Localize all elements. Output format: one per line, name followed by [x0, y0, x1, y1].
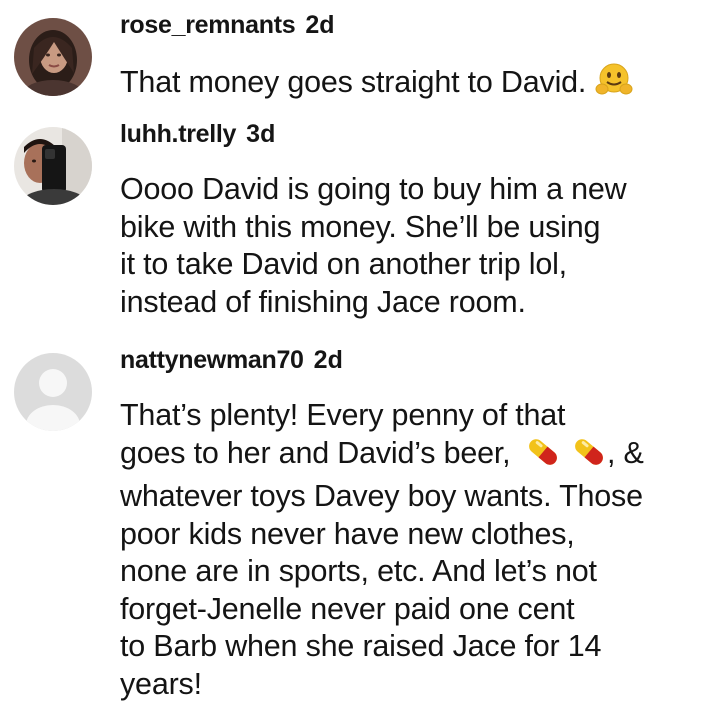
username[interactable]: rose_remnants: [120, 11, 296, 39]
comment-meta: luhh.trelly 3d: [120, 119, 275, 149]
comment-line: That’s plenty! Every penny of that: [120, 398, 566, 432]
avatar[interactable]: [14, 18, 92, 96]
comment-text: That money goes straight to David.: [120, 62, 710, 108]
comment-line-suffix: , &: [606, 435, 644, 470]
comment-line: That money goes straight to David.: [120, 62, 710, 108]
pill-emoji-icon: [571, 435, 607, 479]
timestamp: 3d: [246, 120, 276, 148]
avatar[interactable]: [14, 353, 92, 431]
comment-line: instead of finishing Jace room.: [120, 284, 526, 319]
username[interactable]: nattynewman70: [120, 346, 304, 374]
comment-line: none are in sports, etc. And let’s not: [120, 554, 597, 588]
comment-meta: rose_remnants 2d: [120, 10, 335, 40]
pill-emoji-icon: [525, 435, 561, 479]
comment-meta: nattynewman70 2d: [120, 345, 343, 375]
comment-line: goes to her and David’s beer, , &: [120, 435, 710, 479]
username[interactable]: luhh.trelly: [120, 120, 236, 148]
profile-photo-icon: [14, 127, 92, 205]
comment-line: bike with this money. She’ll be using: [120, 209, 601, 244]
timestamp: 2d: [313, 346, 343, 374]
comment-line: years!: [120, 666, 202, 701]
profile-photo-icon: [14, 18, 92, 96]
comment-line-text: That money goes straight to David.: [120, 65, 587, 99]
comment-text: That’s plenty! Every penny of that goes …: [120, 397, 710, 703]
comment-line: whatever toys Davey boy wants. Those: [120, 479, 643, 513]
comment-line: to Barb when she raised Jace for 14: [120, 629, 602, 663]
comment-line-text: goes to her and David’s beer,: [120, 435, 511, 470]
timestamp: 2d: [305, 11, 335, 39]
avatar[interactable]: [14, 127, 92, 205]
comment-line: Oooo David is going to buy him a new: [120, 172, 627, 206]
comment-text: Oooo David is going to buy him a new bik…: [120, 171, 710, 321]
comment-line: poor kids never have new clothes,: [120, 516, 575, 551]
comment-line: it to take David on another trip lol,: [120, 247, 567, 281]
comment-line: forget-Jenelle never paid one cent: [120, 591, 575, 626]
hugging-face-emoji-icon: [594, 62, 634, 108]
default-avatar-icon: [14, 353, 92, 431]
